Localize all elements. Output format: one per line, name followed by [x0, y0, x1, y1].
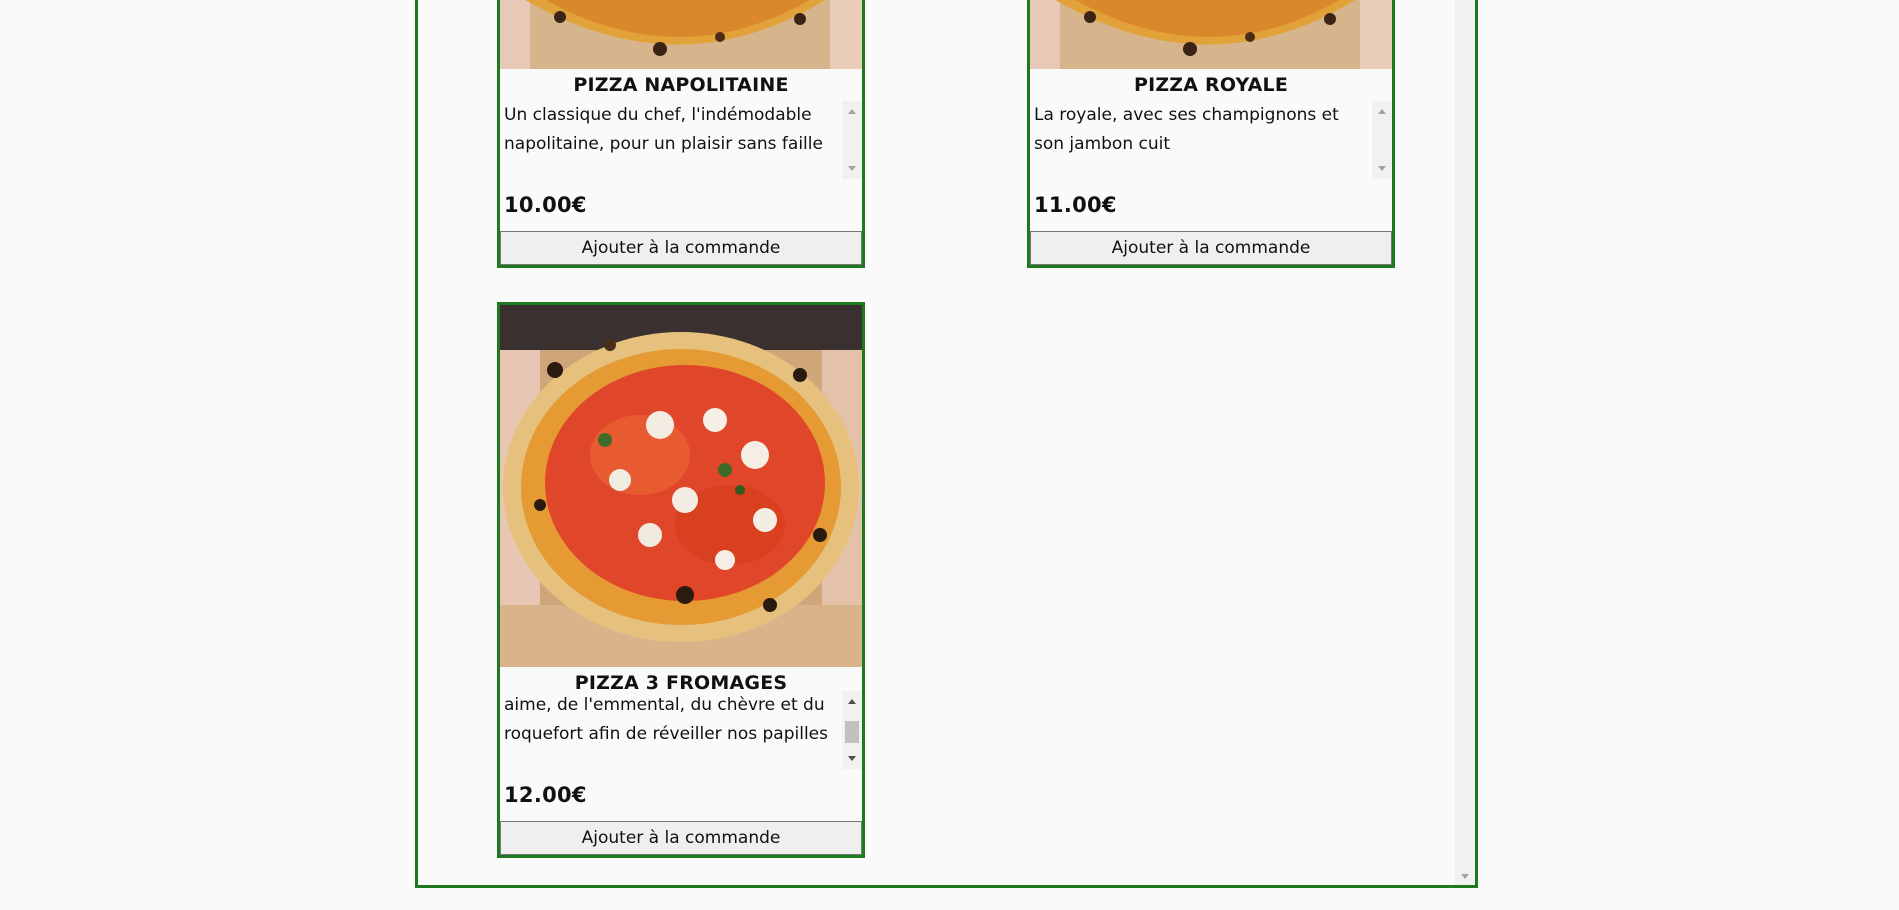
pizza-image — [500, 305, 862, 667]
scroll-down-arrow-icon[interactable] — [848, 756, 856, 761]
pizza-price: 10.00€ — [504, 193, 587, 217]
scroll-down-arrow-icon[interactable] — [1378, 166, 1386, 171]
description-scrollbar[interactable] — [842, 691, 862, 769]
description-scrollbar[interactable] — [842, 101, 862, 179]
pizza-price: 11.00€ — [1034, 193, 1117, 217]
page-scrollbar[interactable] — [1455, 0, 1475, 885]
pizza-description: Un classique du chef, l'indémodable napo… — [504, 105, 823, 154]
pizza-name: PIZZA NAPOLITAINE — [573, 74, 789, 96]
pizza-card-royale: PIZZA ROYALE La royale, avec ses champig… — [1027, 0, 1395, 268]
scroll-up-arrow-icon[interactable] — [848, 699, 856, 704]
scroll-down-arrow-icon[interactable] — [1461, 874, 1469, 879]
pizza-card-3-fromages: PIZZA 3 FROMAGES aime, de l'emmental, du… — [497, 302, 865, 858]
pizza-image — [500, 0, 862, 69]
add-to-order-button[interactable]: Ajouter à la commande — [1030, 231, 1392, 265]
scroll-up-arrow-icon[interactable] — [848, 109, 856, 114]
pizza-image — [1030, 0, 1392, 69]
description-scrollbar[interactable] — [1372, 101, 1392, 179]
pizza-card-napolitaine: PIZZA NAPOLITAINE Un classique du chef, … — [497, 0, 865, 268]
scroll-down-arrow-icon[interactable] — [848, 166, 856, 171]
pizza-description: aime, de l'emmental, du chèvre et du roq… — [504, 695, 828, 744]
add-to-order-button[interactable]: Ajouter à la commande — [500, 231, 862, 265]
scroll-up-arrow-icon[interactable] — [1378, 109, 1386, 114]
scrollbar-thumb[interactable] — [845, 721, 859, 743]
pizza-name: PIZZA ROYALE — [1133, 74, 1289, 96]
pizza-description: La royale, avec ses champignons et son j… — [1034, 105, 1339, 154]
add-to-order-button[interactable]: Ajouter à la commande — [500, 821, 862, 855]
